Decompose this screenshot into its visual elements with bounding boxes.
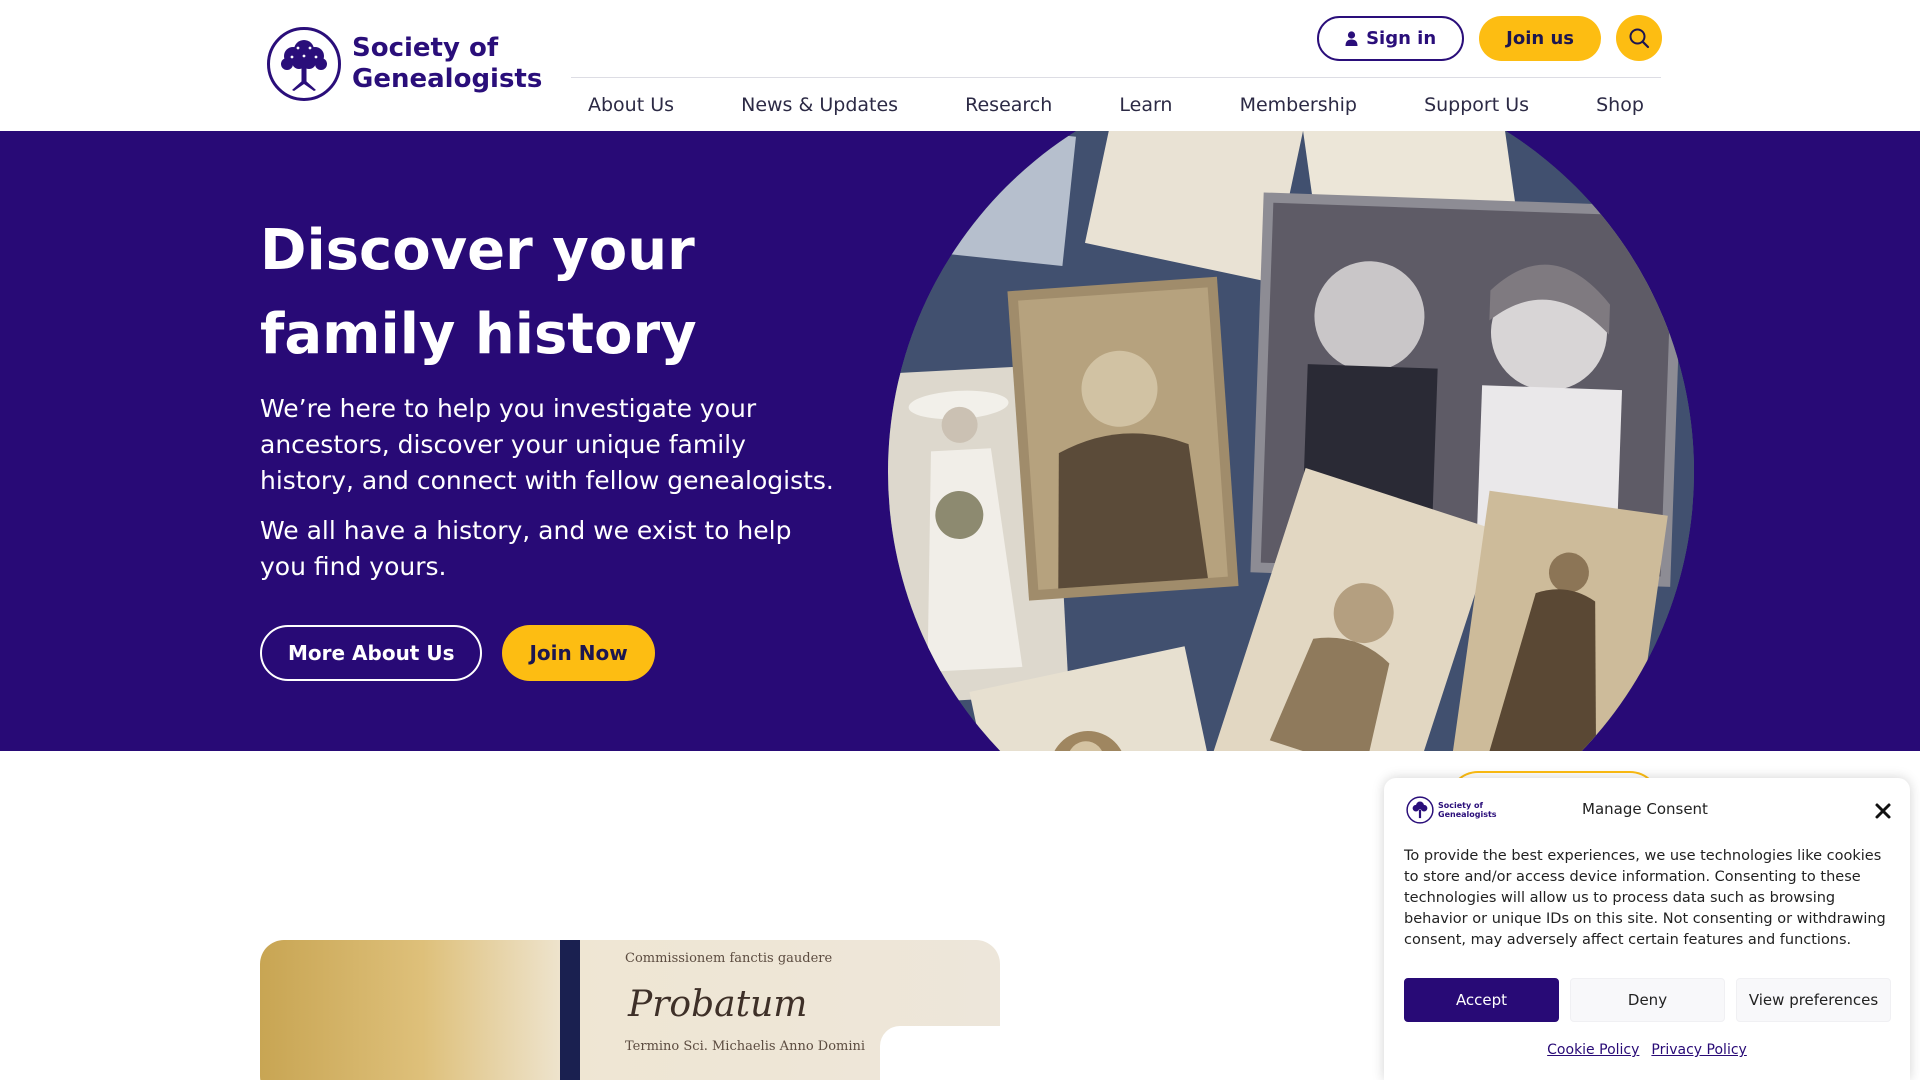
consent-logo: Society of Genealogists bbox=[1406, 796, 1497, 824]
nav-about-us[interactable]: About Us bbox=[588, 94, 674, 116]
consent-logo-line-1: Society of bbox=[1438, 801, 1483, 810]
logo-line-1: Society of bbox=[352, 33, 499, 63]
nav-research[interactable]: Research bbox=[965, 94, 1052, 116]
join-now-button[interactable]: Join Now bbox=[502, 625, 655, 681]
consent-body-text: To provide the best experiences, we use … bbox=[1404, 848, 1886, 948]
nav-news-updates[interactable]: News & Updates bbox=[741, 94, 898, 116]
sign-in-button[interactable]: Sign in bbox=[1317, 15, 1465, 61]
hero-buttons: More About Us Join Now bbox=[260, 625, 655, 681]
view-preferences-button[interactable]: View preferences bbox=[1736, 978, 1891, 1022]
hero-title-line-1: Discover your bbox=[260, 218, 695, 283]
main-nav: About Us News & Updates Research Learn M… bbox=[571, 77, 1661, 131]
search-icon bbox=[1629, 28, 1650, 49]
hero-section: Discover your family history We’re here … bbox=[0, 131, 1920, 751]
consent-title: Manage Consent bbox=[1582, 800, 1708, 818]
tree-logo-icon bbox=[267, 27, 341, 101]
join-us-button[interactable]: Join us bbox=[1479, 15, 1601, 61]
more-about-us-button[interactable]: More About Us bbox=[260, 625, 483, 681]
vintage-photos-illustration bbox=[888, 131, 1694, 751]
close-icon[interactable] bbox=[1874, 802, 1892, 820]
hero-tagline-text: We all have a history, and we exist to h… bbox=[260, 516, 792, 581]
header-actions: Sign in Join us bbox=[1317, 15, 1662, 61]
sign-in-label: Sign in bbox=[1366, 27, 1437, 49]
deny-button[interactable]: Deny bbox=[1570, 978, 1725, 1022]
privacy-policy-link[interactable]: Privacy Policy bbox=[1651, 1042, 1746, 1058]
nav-membership[interactable]: Membership bbox=[1240, 94, 1357, 116]
document-binding-edge bbox=[560, 940, 580, 1080]
hero-photo-collage bbox=[888, 131, 1694, 751]
card-corner-overlay bbox=[880, 1026, 1020, 1080]
logo-wordmark: Society of Genealogists bbox=[352, 33, 542, 95]
consent-logo-line-2: Genealogists bbox=[1438, 810, 1497, 819]
cookie-policy-link[interactable]: Cookie Policy bbox=[1547, 1042, 1639, 1058]
nav-support-us[interactable]: Support Us bbox=[1424, 94, 1529, 116]
accept-button[interactable]: Accept bbox=[1404, 978, 1559, 1022]
document-handwriting-bottom: Termino Sci. Michaelis Anno Domini bbox=[625, 1039, 866, 1054]
tree-logo-icon bbox=[1406, 796, 1434, 824]
hero-intro-text: We’re here to help you investigate your … bbox=[260, 394, 834, 495]
hero-title: Discover your family history bbox=[260, 209, 860, 377]
consent-buttons: Accept Deny View preferences bbox=[1404, 978, 1891, 1022]
cookie-consent-dialog: Society of Genealogists Manage Consent T… bbox=[1384, 778, 1910, 1080]
site-logo[interactable]: Society of Genealogists bbox=[266, 26, 542, 102]
consent-logo-wordmark: Society of Genealogists bbox=[1438, 801, 1497, 819]
user-icon bbox=[1345, 30, 1358, 46]
logo-line-2: Genealogists bbox=[352, 64, 543, 94]
nav-shop[interactable]: Shop bbox=[1596, 94, 1644, 116]
search-button[interactable] bbox=[1616, 15, 1662, 61]
consent-policy-links: Cookie Policy Privacy Policy bbox=[1384, 1042, 1910, 1058]
nav-learn[interactable]: Learn bbox=[1119, 94, 1172, 116]
document-handwriting-word: Probatum bbox=[628, 984, 808, 1025]
site-header: Society of Genealogists Sign in Join us … bbox=[0, 0, 1920, 131]
document-handwriting-top: Commissionem fanctis gaudere bbox=[625, 951, 833, 966]
hero-title-line-2: family history bbox=[260, 302, 697, 367]
